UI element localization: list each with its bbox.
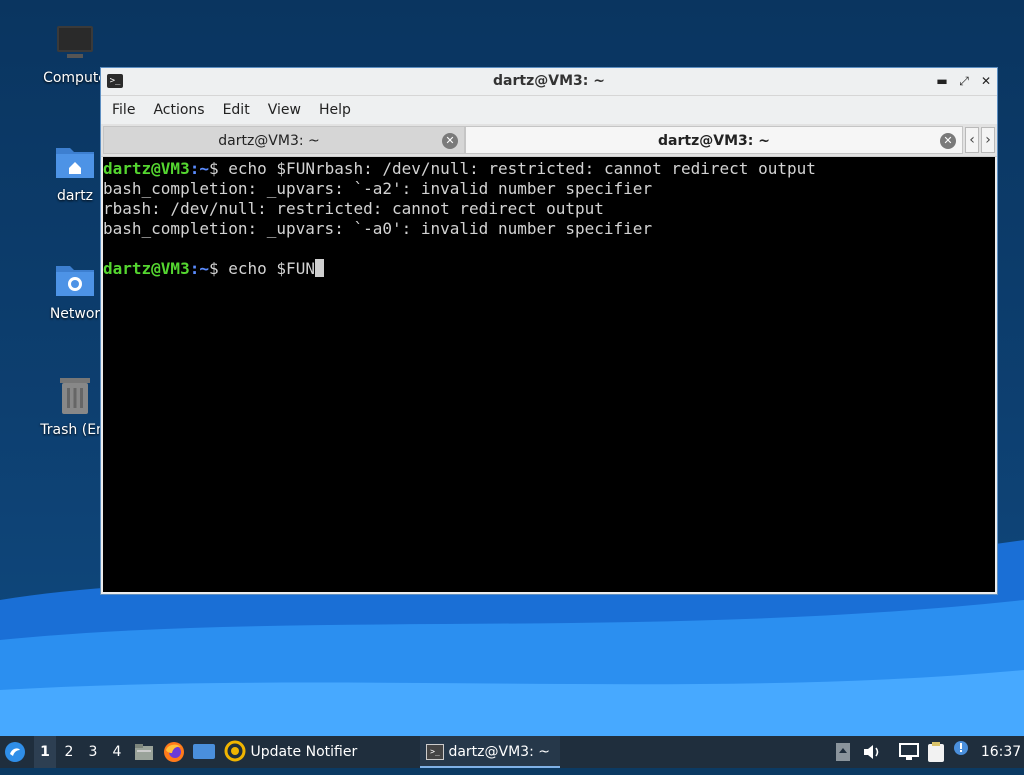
tab-label: dartz@VM3: ~ xyxy=(658,133,770,149)
command-text: echo $FUN xyxy=(218,259,315,278)
start-menu-button[interactable] xyxy=(4,736,28,768)
prompt-path: ~ xyxy=(199,259,209,278)
terminal-task[interactable]: >_ dartz@VM3: ~ xyxy=(420,736,560,768)
menu-actions[interactable]: Actions xyxy=(144,102,213,118)
menu-edit[interactable]: Edit xyxy=(214,102,259,118)
clipboard-icon[interactable] xyxy=(927,736,947,768)
menu-help[interactable]: Help xyxy=(310,102,360,118)
computer-icon xyxy=(53,22,97,66)
home-folder-icon xyxy=(53,140,97,184)
prompt-user: dartz@VM3 xyxy=(103,259,190,278)
trash-icon xyxy=(53,374,97,418)
tab-bar: dartz@VM3: ~ ✕ dartz@VM3: ~ ✕ ‹ › xyxy=(101,124,997,157)
network-folder-icon xyxy=(53,258,97,302)
clock[interactable]: 16:37 xyxy=(980,736,1022,768)
tab-2[interactable]: dartz@VM3: ~ ✕ xyxy=(465,126,963,154)
file-manager-icon xyxy=(135,744,153,760)
volume-icon[interactable] xyxy=(862,736,882,768)
tray-scroll-icon[interactable] xyxy=(836,736,852,768)
desktop-icon xyxy=(193,744,215,759)
menu-file[interactable]: File xyxy=(103,102,144,118)
terminal-line-empty xyxy=(103,239,995,259)
window-title: dartz@VM3: ~ xyxy=(493,73,605,89)
terminal-line: rbash: /dev/null: restricted: cannot red… xyxy=(103,199,604,218)
terminal-window: >_ dartz@VM3: ~ ▬ ⤢ ✕ File Actions Edit … xyxy=(100,67,998,595)
update-notifier-task[interactable]: Update Notifier xyxy=(224,736,364,768)
terminal-line: dartz@VM3:~$ echo $FUNrbash: /dev/null: … xyxy=(103,159,995,179)
prompt-symbol: $ xyxy=(208,159,219,178)
tab-label: dartz@VM3: ~ xyxy=(218,133,320,149)
command-text: echo $FUNrbash: /dev/null: restricted: c… xyxy=(218,159,816,178)
maximize-button[interactable]: ⤢ xyxy=(955,72,973,90)
update-notifier-label: Update Notifier xyxy=(250,744,358,760)
network-status-icon[interactable] xyxy=(899,736,921,768)
text-cursor xyxy=(314,259,324,277)
prompt-colon: : xyxy=(189,259,200,278)
tab-1[interactable]: dartz@VM3: ~ ✕ xyxy=(103,126,465,154)
taskbar: 1 2 3 4 Update Notifier >_ dartz@VM3: ~ … xyxy=(0,736,1024,768)
terminal-line: dartz@VM3:~$ echo $FUN xyxy=(103,259,995,279)
file-manager-launcher[interactable] xyxy=(134,736,156,768)
firefox-launcher[interactable] xyxy=(163,736,185,768)
show-desktop-button[interactable] xyxy=(193,736,215,768)
firefox-icon xyxy=(164,742,184,762)
prompt-user: dartz@VM3 xyxy=(103,159,190,178)
workspace-4[interactable]: 4 xyxy=(106,736,128,768)
workspace-1[interactable]: 1 xyxy=(34,736,56,768)
prompt-symbol: $ xyxy=(208,259,219,278)
workspace-2[interactable]: 2 xyxy=(58,736,80,768)
window-titlebar[interactable]: >_ dartz@VM3: ~ ▬ ⤢ ✕ xyxy=(101,68,997,96)
lubuntu-logo-icon xyxy=(5,742,25,762)
terminal-output[interactable]: dartz@VM3:~$ echo $FUNrbash: /dev/null: … xyxy=(103,157,995,592)
tab-scroll-left-icon[interactable]: ‹ xyxy=(965,127,979,153)
tab-close-icon[interactable]: ✕ xyxy=(442,133,458,149)
terminal-task-icon: >_ xyxy=(426,744,444,760)
update-notifier-icon xyxy=(224,740,246,761)
tab-scroll-right-icon[interactable]: › xyxy=(981,127,995,153)
prompt-path: ~ xyxy=(199,159,209,178)
menu-view[interactable]: View xyxy=(259,102,310,118)
minimize-button[interactable]: ▬ xyxy=(933,72,951,90)
menubar: File Actions Edit View Help xyxy=(101,96,997,124)
prompt-colon: : xyxy=(189,159,200,178)
close-button[interactable]: ✕ xyxy=(977,72,995,90)
tab-close-icon[interactable]: ✕ xyxy=(940,133,956,149)
terminal-task-label: dartz@VM3: ~ xyxy=(448,744,550,760)
workspace-3[interactable]: 3 xyxy=(82,736,104,768)
notification-icon[interactable] xyxy=(953,736,971,768)
terminal-line: bash_completion: _upvars: `-a2': invalid… xyxy=(103,179,653,198)
terminal-line: bash_completion: _upvars: `-a0': invalid… xyxy=(103,219,653,238)
